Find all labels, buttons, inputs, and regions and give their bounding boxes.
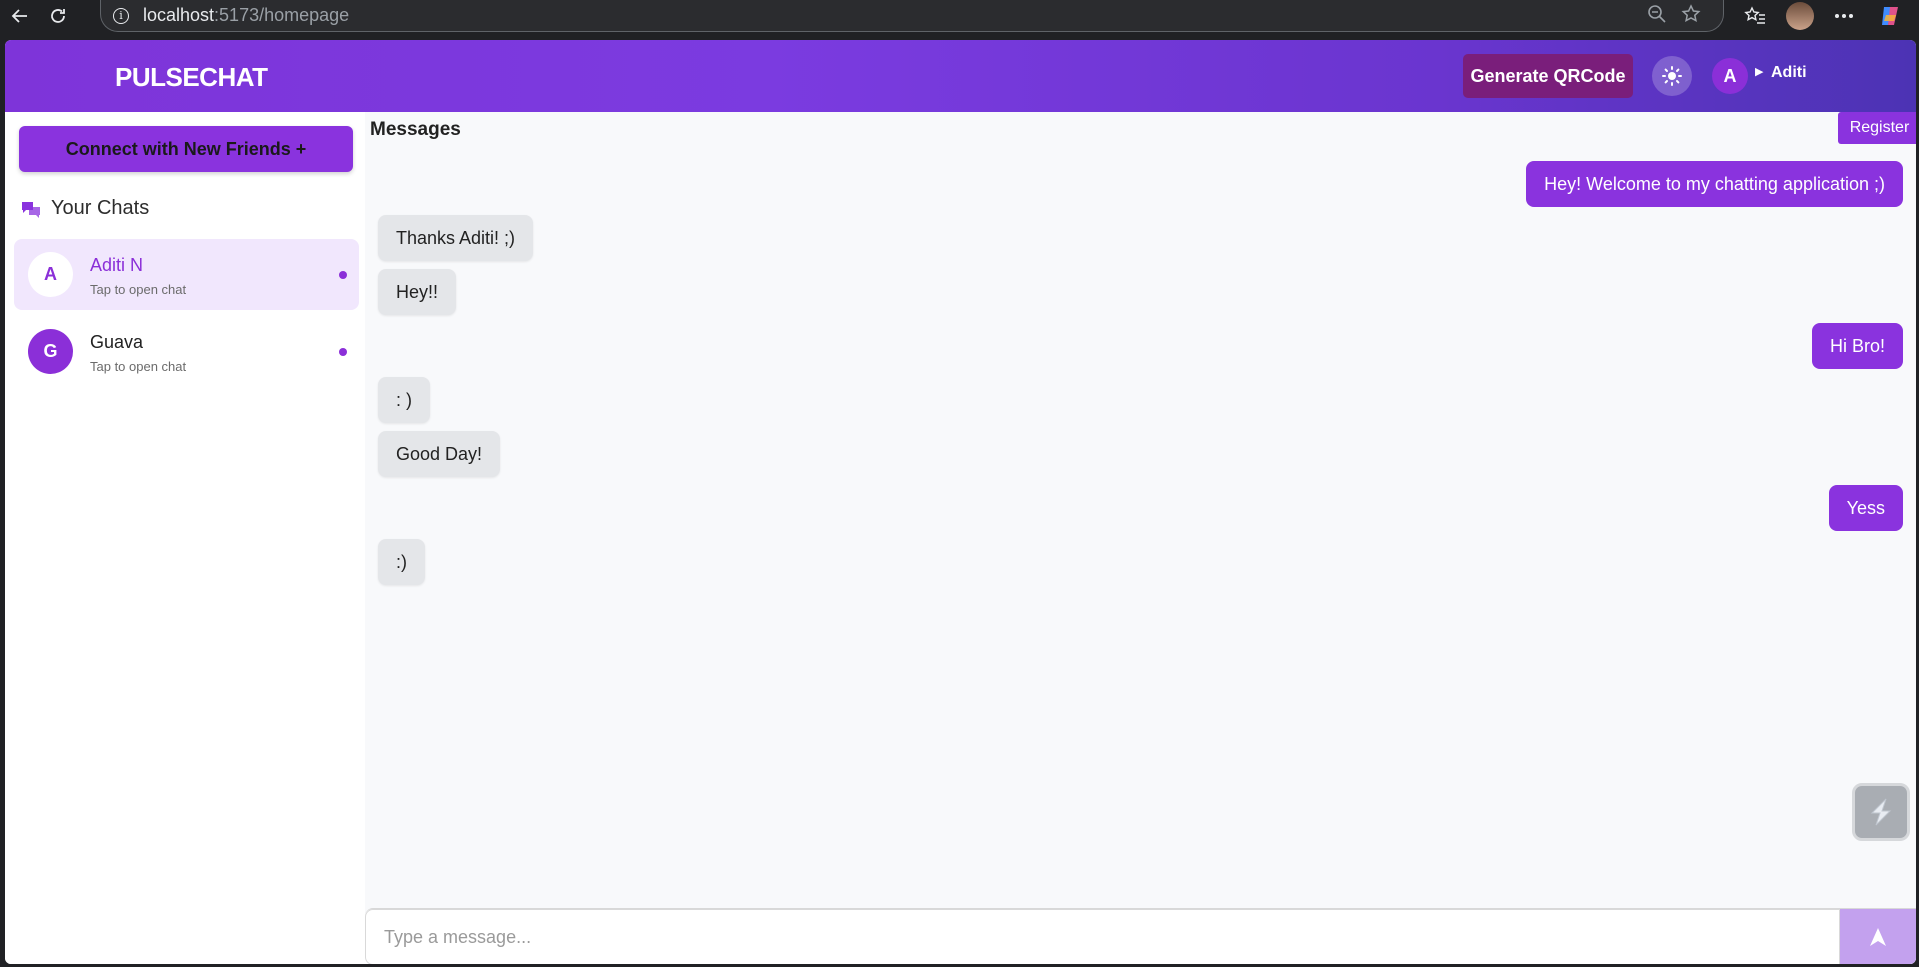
message-bubble-received: Good Day! xyxy=(378,431,501,477)
zoom-out-icon[interactable] xyxy=(1647,4,1667,30)
address-bar[interactable]: i localhost:5173/homepage xyxy=(100,0,1724,32)
message-bubble-sent: Hi Bro! xyxy=(1811,323,1903,369)
app-window: PULSECHAT Generate QRCode A ▶ Aditi Conn… xyxy=(5,40,1916,964)
browser-toolbar: i localhost:5173/homepage xyxy=(0,0,1919,32)
online-indicator-dot xyxy=(339,271,347,279)
messages-title: Messages xyxy=(370,119,461,140)
chat-name: Guava xyxy=(90,332,144,352)
generate-qrcode-button[interactable]: Generate QRCode xyxy=(1463,54,1633,98)
more-icon[interactable] xyxy=(1830,2,1858,30)
message-composer xyxy=(365,908,1916,964)
chat-name: Aditi N xyxy=(90,255,144,275)
caret-right-icon[interactable]: ▶ xyxy=(1755,65,1763,78)
message-bubble-sent: Yess xyxy=(1828,485,1903,531)
profile-avatar[interactable] xyxy=(1786,2,1814,30)
messages-panel: Messages Register Hey! Welcome to my cha… xyxy=(365,112,1916,964)
your-chats-heading: Your Chats xyxy=(21,197,149,220)
lightning-icon xyxy=(1870,798,1892,826)
chat-bubbles-icon xyxy=(22,201,40,218)
connect-new-friends-button[interactable]: Connect with New Friends + xyxy=(19,126,353,172)
floating-extension-button[interactable] xyxy=(1852,783,1910,841)
message-bubble-received: :) xyxy=(378,539,425,585)
message-bubble-sent: Hey! Welcome to my chatting application … xyxy=(1526,161,1903,207)
star-icon[interactable] xyxy=(1681,4,1701,30)
register-button[interactable]: Register xyxy=(1838,112,1916,144)
favorites-icon[interactable] xyxy=(1741,2,1769,30)
app-logo[interactable]: PULSECHAT xyxy=(115,62,268,93)
user-avatar[interactable]: A xyxy=(1712,58,1748,94)
online-indicator-dot xyxy=(339,348,347,356)
message-input[interactable] xyxy=(365,909,1840,964)
url-text: localhost:5173/homepage xyxy=(143,5,350,25)
reload-icon[interactable] xyxy=(44,2,72,30)
chat-item-guava[interactable]: G Guava Tap to open chat xyxy=(14,316,359,387)
send-button[interactable] xyxy=(1840,909,1916,964)
user-menu-name[interactable]: Aditi xyxy=(1771,64,1807,82)
chat-avatar: A xyxy=(28,252,73,297)
send-icon xyxy=(1870,928,1886,946)
back-arrow-icon[interactable] xyxy=(6,2,34,30)
sidebar: Connect with New Friends + Your Chats A … xyxy=(5,112,365,964)
chat-item-aditi-n[interactable]: A Aditi N Tap to open chat xyxy=(14,239,359,310)
message-bubble-received: : ) xyxy=(378,377,430,423)
copilot-icon[interactable] xyxy=(1876,2,1904,30)
app-header: PULSECHAT Generate QRCode A ▶ Aditi xyxy=(5,40,1916,112)
sun-icon xyxy=(1662,66,1682,86)
message-bubble-received: Hey!! xyxy=(378,269,457,315)
theme-toggle-button[interactable] xyxy=(1652,56,1692,96)
info-icon[interactable]: i xyxy=(113,7,129,24)
chat-subtitle: Tap to open chat xyxy=(90,282,187,297)
chat-subtitle: Tap to open chat xyxy=(90,359,187,374)
message-bubble-received: Thanks Aditi! ;) xyxy=(378,215,534,261)
chat-avatar: G xyxy=(28,329,73,374)
